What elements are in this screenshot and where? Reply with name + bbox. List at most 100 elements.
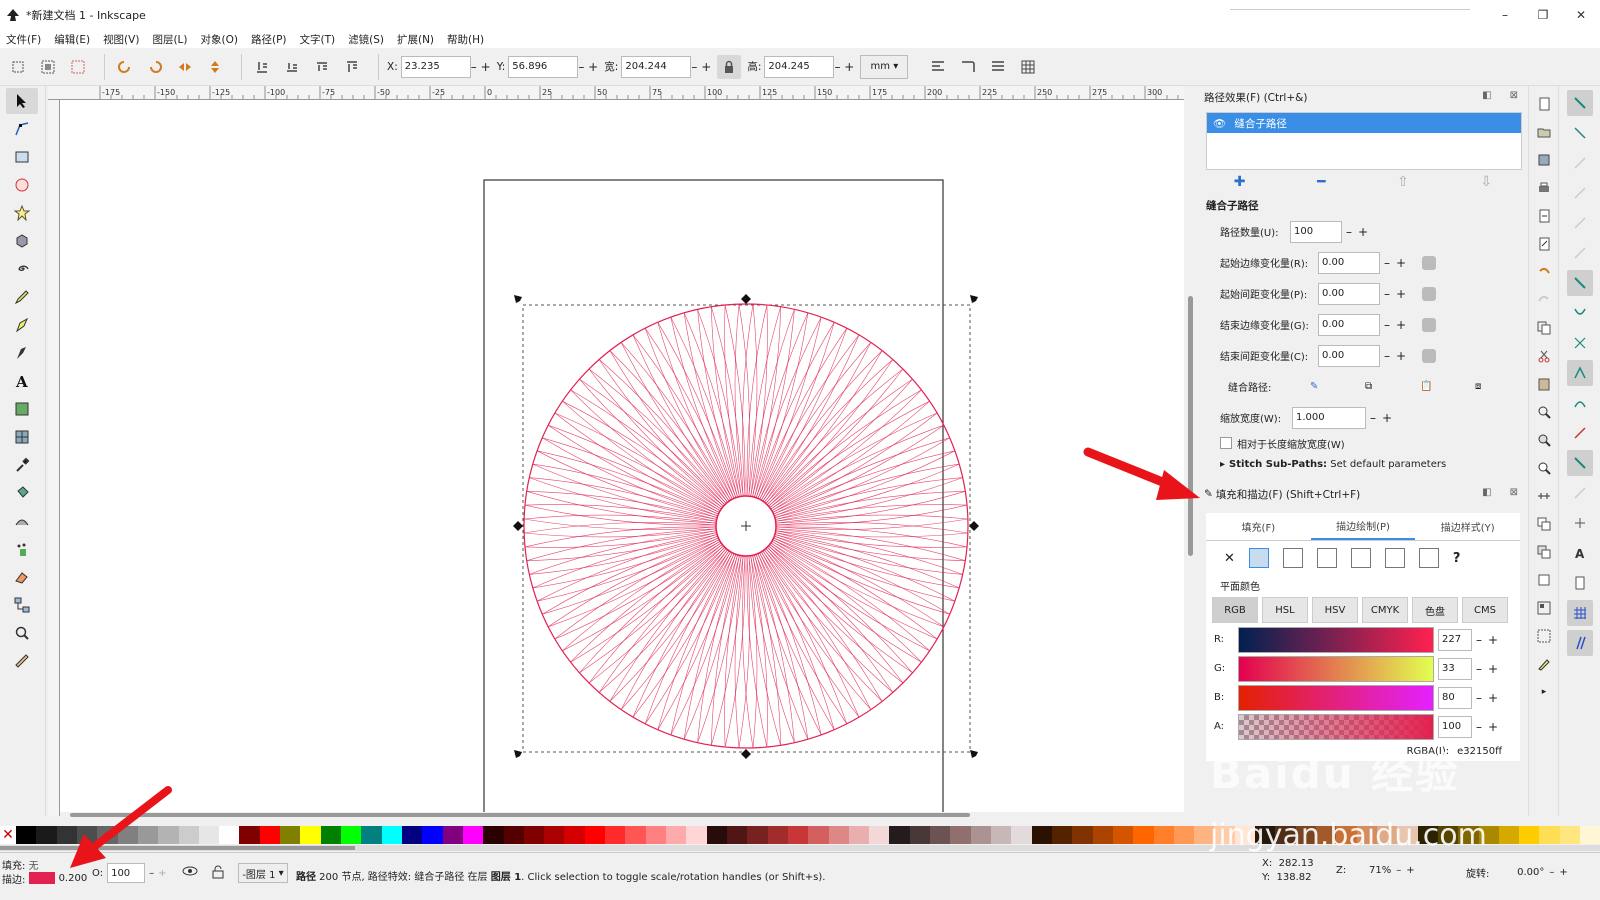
palette-swatch[interactable] — [259, 826, 281, 844]
rgba-field[interactable]: e32150ff — [1457, 746, 1502, 757]
export-icon[interactable] — [1534, 234, 1554, 254]
snap-others-icon[interactable] — [1567, 450, 1593, 476]
lower-to-bottom-icon[interactable] — [250, 55, 274, 79]
add-effect-icon[interactable]: ✚ — [1234, 174, 1246, 190]
paste-icon[interactable] — [1534, 374, 1554, 394]
model-tab-hsl[interactable]: HSL — [1262, 597, 1308, 623]
param-plus[interactable]: + — [1394, 256, 1408, 270]
param-minus[interactable]: – — [1380, 256, 1394, 270]
paint-bucket-tool-icon[interactable] — [6, 480, 38, 506]
palette-swatch[interactable] — [300, 826, 321, 844]
blue-value[interactable]: 80 — [1438, 686, 1472, 709]
palette-swatch[interactable] — [645, 826, 666, 844]
swatch-button[interactable] — [1418, 548, 1439, 568]
linear-gradient-button[interactable] — [1282, 548, 1303, 568]
palette-swatch[interactable] — [991, 826, 1012, 844]
palette-swatch[interactable] — [1153, 826, 1174, 844]
palette-swatch[interactable] — [280, 826, 301, 844]
ellipse-tool-icon[interactable] — [6, 172, 38, 198]
calligraphy-tool-icon[interactable] — [6, 340, 38, 366]
palette-swatch[interactable] — [1112, 826, 1134, 844]
rectangle-tool-icon[interactable] — [6, 144, 38, 170]
param-plus[interactable]: + — [1394, 318, 1408, 332]
print-icon[interactable] — [1534, 178, 1554, 198]
red-value[interactable]: 227 — [1438, 628, 1472, 651]
snap-bbox-edge-icon[interactable] — [1567, 150, 1593, 176]
snap-nodes-icon[interactable] — [1567, 270, 1593, 296]
move-up-icon[interactable]: ⇧ — [1397, 174, 1409, 190]
snap-bbox-corner-icon[interactable] — [1567, 180, 1593, 206]
palette-swatch[interactable] — [1580, 826, 1600, 844]
palette-swatch[interactable] — [767, 826, 788, 844]
snap-smooth-nodes-icon[interactable] — [1567, 390, 1593, 416]
channel-minus[interactable]: – — [1472, 662, 1486, 676]
height-stepper[interactable]: – + — [834, 60, 854, 74]
snap-toggle-icon[interactable] — [1567, 90, 1593, 116]
model-tab-cms[interactable]: CMS — [1462, 597, 1508, 623]
y-field[interactable]: 56.896 — [508, 55, 579, 78]
blue-slider[interactable] — [1238, 684, 1434, 711]
zoom-minus[interactable]: – — [1396, 865, 1401, 876]
flip-vertical-icon[interactable] — [203, 55, 227, 79]
channel-plus[interactable]: + — [1486, 633, 1500, 647]
rotate-ccw-icon[interactable] — [113, 55, 137, 79]
relative-width-checkbox[interactable]: 相对于长度缩放宽度(W) — [1198, 433, 1528, 453]
drawing-canvas[interactable] — [60, 100, 1184, 816]
horizontal-scrollbar[interactable] — [60, 812, 1184, 818]
palette-swatch[interactable] — [584, 826, 606, 844]
palette-swatch[interactable] — [666, 826, 687, 844]
minimize-button[interactable]: – — [1486, 0, 1524, 30]
palette-swatch[interactable] — [239, 826, 260, 844]
randomize-icon[interactable] — [1422, 348, 1436, 363]
fill-stroke-icon[interactable] — [1534, 654, 1554, 674]
palette-swatch[interactable] — [1092, 826, 1113, 844]
vertical-ruler[interactable] — [48, 100, 60, 816]
scale-corners-icon[interactable] — [956, 55, 980, 79]
deselect-icon[interactable] — [66, 55, 90, 79]
randomize-icon[interactable] — [1422, 286, 1436, 301]
palette-swatch[interactable] — [950, 826, 971, 844]
channel-minus[interactable]: – — [1472, 691, 1486, 705]
palette-swatch[interactable] — [1011, 826, 1032, 844]
menu-edit[interactable]: 编辑(E) — [54, 32, 90, 47]
randomize-icon[interactable] — [1422, 317, 1436, 332]
channel-minus[interactable]: – — [1472, 720, 1486, 734]
param-plus[interactable]: + — [1356, 225, 1370, 239]
param-minus[interactable]: – — [1380, 287, 1394, 301]
zoom-field[interactable]: 71% — [1351, 865, 1391, 876]
snap-midpoints-icon[interactable] — [1567, 420, 1593, 446]
pen-tool-icon[interactable] — [6, 312, 38, 338]
palette-swatch[interactable] — [1498, 826, 1520, 844]
menu-object[interactable]: 对象(O) — [201, 32, 238, 47]
tweak-tool-icon[interactable] — [6, 508, 38, 534]
gradient-tool-icon[interactable] — [6, 396, 38, 422]
lpe-list-item[interactable]: 👁 缝合子路径 — [1207, 113, 1521, 133]
eraser-tool-icon[interactable] — [6, 564, 38, 590]
snap-bbox-midpoint-icon[interactable] — [1567, 210, 1593, 236]
paste-path-icon[interactable]: 📋 — [1420, 381, 1475, 392]
no-color-swatch[interactable]: ✕ — [0, 826, 16, 844]
snap-path-intersections-icon[interactable] — [1567, 330, 1593, 356]
rotate-cw-icon[interactable] — [143, 55, 167, 79]
star-tool-icon[interactable] — [6, 200, 38, 226]
tab-stroke-style[interactable]: 描边样式(Y) — [1415, 513, 1520, 540]
snap-bbox-center-icon[interactable] — [1567, 240, 1593, 266]
radial-gradient-button[interactable] — [1316, 548, 1337, 568]
palette-swatch[interactable] — [605, 826, 626, 844]
zoom-tool-icon[interactable] — [6, 620, 38, 646]
palette-swatch[interactable] — [483, 826, 504, 844]
param-field[interactable]: 100 — [1290, 220, 1342, 243]
dropper-tool-icon[interactable] — [6, 452, 38, 478]
channel-minus[interactable]: – — [1472, 633, 1486, 647]
lower-icon[interactable] — [280, 55, 304, 79]
node-tool-icon[interactable] — [6, 116, 38, 142]
mesh-gradient-button[interactable] — [1350, 548, 1371, 568]
palette-swatch[interactable] — [747, 826, 768, 844]
measure-tool-icon[interactable] — [6, 648, 38, 674]
model-tab-hsv[interactable]: HSV — [1312, 597, 1358, 623]
y-stepper[interactable]: – + — [578, 60, 598, 74]
palette-swatch[interactable] — [1539, 826, 1560, 844]
param-field[interactable]: 0.00 — [1318, 313, 1380, 336]
layer-dropdown[interactable]: -图层 1 ▾ — [238, 863, 288, 883]
palette-swatch[interactable] — [381, 826, 402, 844]
